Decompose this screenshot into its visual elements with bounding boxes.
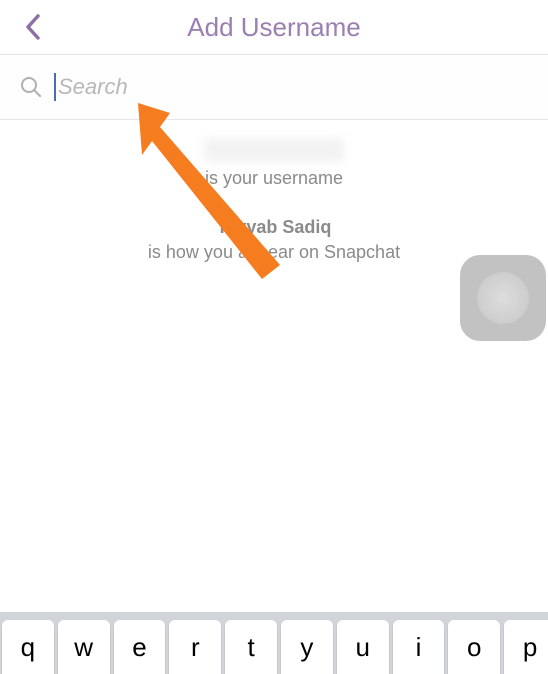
- key-e[interactable]: e: [114, 620, 166, 674]
- search-bar[interactable]: [0, 55, 548, 120]
- header-bar: Add Username: [0, 0, 548, 55]
- chevron-left-icon: [25, 14, 41, 40]
- assistive-touch-button[interactable]: [460, 255, 546, 341]
- key-t[interactable]: t: [225, 620, 277, 674]
- text-cursor: [54, 73, 56, 101]
- assistive-touch-icon: [477, 272, 529, 324]
- key-y[interactable]: y: [281, 620, 333, 674]
- redacted-username: [204, 138, 344, 162]
- key-u[interactable]: u: [337, 620, 389, 674]
- username-label: is your username: [0, 168, 548, 189]
- key-w[interactable]: w: [58, 620, 110, 674]
- search-icon: [20, 76, 42, 98]
- key-r[interactable]: r: [169, 620, 221, 674]
- key-p[interactable]: p: [504, 620, 548, 674]
- display-name: Tayyab Sadiq: [0, 217, 548, 238]
- content-area: is your username Tayyab Sadiq is how you…: [0, 120, 548, 263]
- search-input[interactable]: [58, 74, 528, 100]
- key-q[interactable]: q: [2, 620, 54, 674]
- key-i[interactable]: i: [393, 620, 445, 674]
- keyboard-row: q w e r t y u i o p: [0, 612, 548, 674]
- key-o[interactable]: o: [448, 620, 500, 674]
- back-button[interactable]: [18, 12, 48, 42]
- page-title: Add Username: [0, 12, 548, 43]
